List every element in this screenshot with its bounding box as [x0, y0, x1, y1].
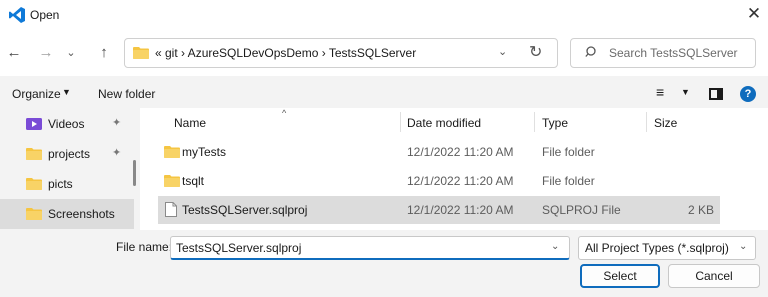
- navigation-scrollbar[interactable]: [133, 160, 136, 186]
- new-folder-button[interactable]: New folder: [98, 87, 155, 101]
- file-name: myTests: [182, 145, 227, 159]
- close-icon[interactable]: ✕: [742, 3, 766, 25]
- folder-icon: [26, 208, 42, 220]
- column-divider[interactable]: [400, 112, 401, 132]
- file-type: SQLPROJ File: [542, 203, 621, 217]
- preview-pane-icon[interactable]: [709, 88, 723, 100]
- file-date: 12/1/2022 11:20 AM: [407, 174, 514, 188]
- breadcrumb[interactable]: « git › AzureSQLDevOpsDemo › TestsSQLSer…: [155, 46, 416, 60]
- search-box[interactable]: Search TestsSQLServer: [570, 38, 756, 68]
- file-type-filter[interactable]: All Project Types (*.sqlproj) ⌄: [578, 236, 756, 260]
- column-divider[interactable]: [646, 112, 647, 132]
- file-name: tsqlt: [182, 174, 205, 188]
- file-type-filter-value: All Project Types (*.sqlproj): [585, 241, 729, 255]
- folder-icon: [26, 178, 42, 190]
- caret-down-icon[interactable]: ▼: [62, 87, 71, 97]
- help-icon[interactable]: ?: [740, 86, 756, 102]
- table-row[interactable]: TestsSQLServer.sqlproj 12/1/2022 11:20 A…: [158, 196, 720, 224]
- sort-ascending-icon: ^: [282, 108, 287, 118]
- file-type: File folder: [542, 174, 595, 188]
- folder-icon: [133, 47, 149, 59]
- sidebar-item-label: projects: [48, 147, 91, 161]
- caret-down-icon[interactable]: ▼: [681, 87, 690, 97]
- sidebar-item-label: Screenshots: [48, 207, 115, 221]
- file-date: 12/1/2022 11:20 AM: [407, 203, 514, 217]
- sidebar-item-label: picts: [48, 177, 73, 191]
- select-button[interactable]: Select: [580, 264, 660, 288]
- chevron-down-icon[interactable]: ⌄: [739, 241, 747, 252]
- file-size: 2 KB: [687, 203, 714, 217]
- search-icon: [585, 46, 596, 57]
- file-type: File folder: [542, 145, 595, 159]
- title-bar: [0, 0, 768, 30]
- file-name-value[interactable]: TestsSQLServer.sqlproj: [176, 241, 301, 255]
- window-title: Open: [30, 8, 60, 22]
- videos-icon: [26, 118, 42, 130]
- file-date: 12/1/2022 11:20 AM: [407, 145, 514, 159]
- file-name-label: File name:: [116, 240, 173, 254]
- up-button[interactable]: ↑: [92, 41, 116, 65]
- column-header-size[interactable]: Size: [654, 116, 677, 130]
- column-header-date[interactable]: Date modified: [407, 116, 481, 130]
- column-header-name[interactable]: Name: [174, 116, 206, 130]
- recent-locations-button[interactable]: ⌄: [59, 41, 83, 65]
- sidebar-item-label: Videos: [48, 117, 85, 131]
- file-name-input[interactable]: TestsSQLServer.sqlproj ⌄: [170, 236, 570, 260]
- file-name: TestsSQLServer.sqlproj: [182, 203, 308, 217]
- address-bar[interactable]: « git › AzureSQLDevOpsDemo › TestsSQLSer…: [124, 38, 558, 68]
- refresh-icon[interactable]: ↻: [529, 42, 542, 62]
- cancel-button[interactable]: Cancel: [668, 264, 760, 288]
- search-placeholder: Search TestsSQLServer: [609, 46, 738, 60]
- pin-icon[interactable]: ✦: [112, 116, 121, 129]
- pin-icon[interactable]: ✦: [112, 146, 121, 159]
- view-options-icon[interactable]: ≡: [656, 84, 664, 100]
- folder-icon: [164, 146, 180, 158]
- sidebar-item-picts[interactable]: picts: [0, 169, 134, 199]
- sidebar-item-videos[interactable]: Videos ✦: [0, 109, 134, 139]
- folder-icon: [26, 148, 42, 160]
- file-icon: [165, 202, 177, 217]
- forward-button[interactable]: →: [34, 41, 58, 65]
- folder-icon: [164, 175, 180, 187]
- vscode-icon: [9, 7, 25, 23]
- table-row[interactable]: myTests 12/1/2022 11:20 AM File folder: [158, 138, 720, 166]
- back-button[interactable]: ←: [2, 41, 26, 65]
- column-header-type[interactable]: Type: [542, 116, 568, 130]
- chevron-down-icon[interactable]: ⌄: [551, 241, 559, 252]
- column-divider[interactable]: [534, 112, 535, 132]
- organize-button[interactable]: Organize: [12, 87, 61, 101]
- navigation-pane: Videos ✦ projects ✦ picts Screenshots: [0, 108, 134, 230]
- sidebar-item-screenshots[interactable]: Screenshots: [0, 199, 134, 229]
- table-row[interactable]: tsqlt 12/1/2022 11:20 AM File folder: [158, 167, 720, 195]
- sidebar-item-projects[interactable]: projects ✦: [0, 139, 134, 169]
- chevron-down-icon[interactable]: ⌄: [498, 45, 507, 58]
